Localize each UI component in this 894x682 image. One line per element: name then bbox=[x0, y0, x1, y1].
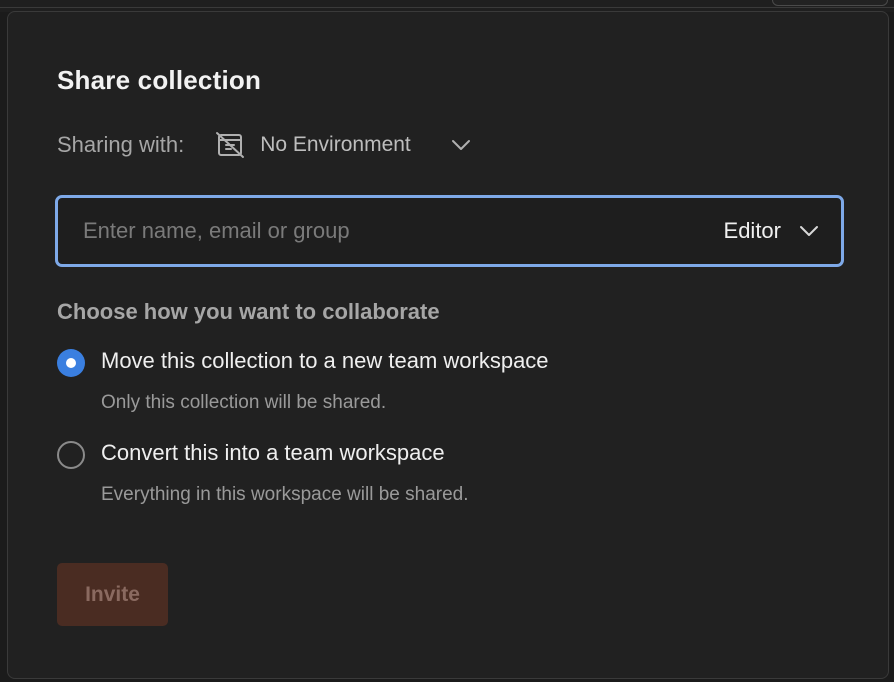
invite-button[interactable]: Invite bbox=[57, 563, 168, 626]
option-label: Move this collection to a new team works… bbox=[101, 348, 549, 373]
chevron-down-icon bbox=[449, 133, 473, 157]
environment-name: No Environment bbox=[260, 133, 411, 156]
collaborate-heading: Choose how you want to collaborate bbox=[57, 299, 440, 324]
chevron-down-icon bbox=[797, 219, 821, 243]
radio-dot bbox=[66, 358, 76, 368]
radio-selected[interactable] bbox=[57, 349, 85, 377]
sharing-with-row: Sharing with: No Environment bbox=[57, 129, 473, 161]
invite-field: Editor bbox=[55, 195, 844, 267]
invite-input[interactable] bbox=[58, 198, 724, 264]
background-divider bbox=[0, 7, 894, 8]
sharing-with-label: Sharing with: bbox=[57, 132, 185, 157]
background-button-edge bbox=[772, 0, 888, 6]
environment-selector[interactable]: No Environment bbox=[214, 129, 473, 161]
option-label: Convert this into a team workspace bbox=[101, 440, 445, 465]
option-description: Only this collection will be shared. bbox=[101, 392, 387, 413]
no-environment-icon bbox=[214, 129, 246, 161]
dialog-title: Share collection bbox=[57, 65, 262, 95]
option-description: Everything in this workspace will be sha… bbox=[101, 484, 469, 505]
share-collection-dialog: Share collection Sharing with: No Enviro… bbox=[7, 11, 889, 679]
radio-unselected[interactable] bbox=[57, 441, 85, 469]
role-selector[interactable]: Editor bbox=[724, 218, 841, 244]
role-label: Editor bbox=[723, 218, 781, 243]
